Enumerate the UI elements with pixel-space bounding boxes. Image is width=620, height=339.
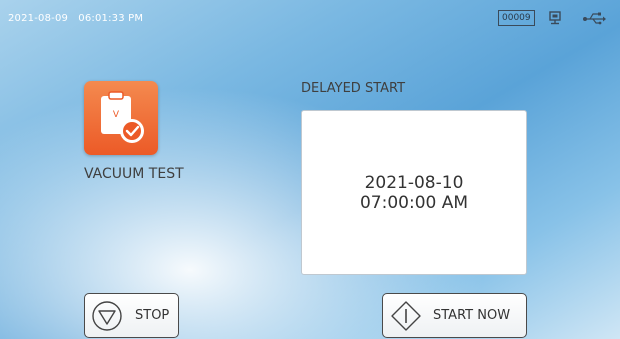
start-now-button[interactable]: START NOW bbox=[382, 293, 527, 338]
stop-icon bbox=[91, 300, 123, 336]
start-icon bbox=[390, 300, 422, 336]
network-icon bbox=[549, 10, 561, 29]
status-bar: 2021-08-09 06:01:33 PM 00009 bbox=[0, 0, 620, 40]
vacuum-test-program-tile[interactable]: V bbox=[84, 81, 158, 155]
usb-icon bbox=[582, 10, 606, 29]
cycle-counter: 00009 bbox=[498, 10, 535, 26]
status-datetime: 2021-08-09 06:01:33 PM bbox=[8, 13, 144, 24]
stop-button[interactable]: STOP bbox=[84, 293, 179, 338]
program-label: VACUUM TEST bbox=[84, 166, 184, 182]
delayed-start-title: DELAYED START bbox=[301, 81, 406, 96]
stop-button-label: STOP bbox=[135, 308, 170, 323]
start-now-button-label: START NOW bbox=[433, 308, 511, 323]
delayed-start-panel[interactable]: 2021-08-10 07:00:00 AM bbox=[301, 110, 527, 275]
delayed-start-date: 2021-08-10 bbox=[364, 172, 464, 193]
clipboard-letter: V bbox=[113, 110, 120, 120]
clipboard-check-icon: V bbox=[97, 90, 147, 150]
delayed-start-time: 07:00:00 AM bbox=[359, 192, 469, 213]
